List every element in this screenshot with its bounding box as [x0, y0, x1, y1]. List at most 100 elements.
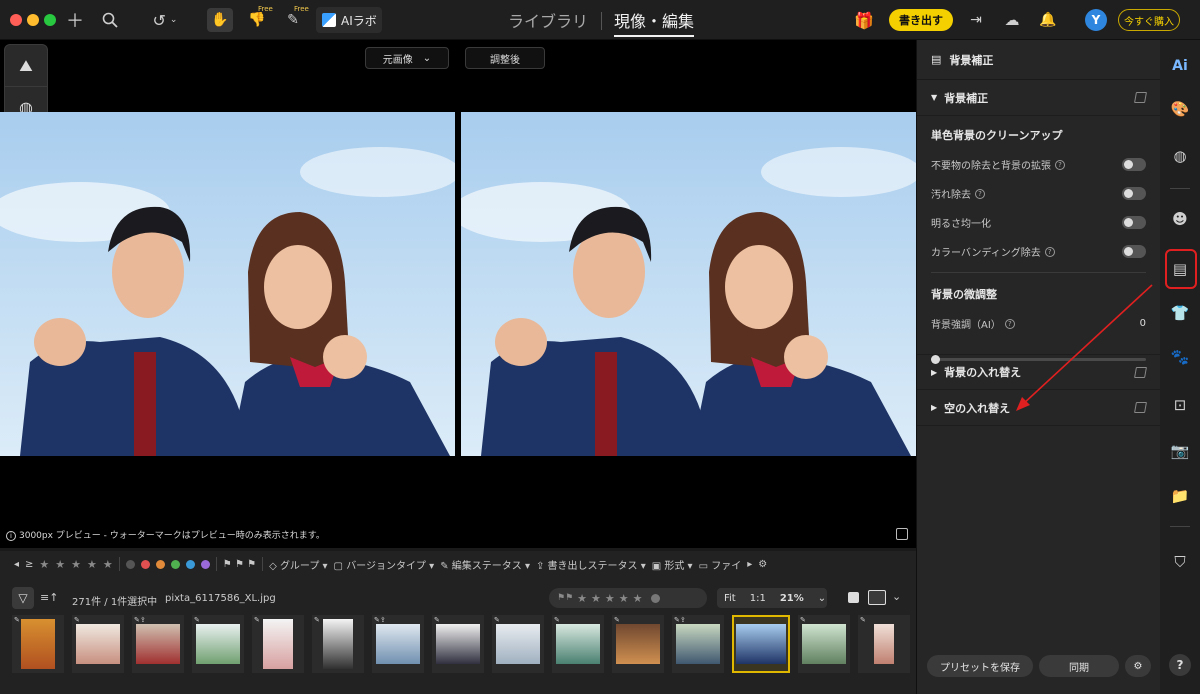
buy-now-button[interactable]: 今すぐ購入: [1118, 9, 1180, 31]
star-filter-3[interactable]: ★: [71, 558, 81, 571]
thumbnail[interactable]: ✎: [72, 615, 124, 673]
bookmark-star-icon[interactable]: ⛉: [1168, 550, 1192, 574]
thumbnail[interactable]: ✎: [192, 615, 244, 673]
rating-ge-toggle[interactable]: ≥: [25, 559, 33, 570]
color-label-filter[interactable]: [155, 559, 165, 569]
filter-version-type[interactable]: ▢ バージョンタイプ ▾: [334, 557, 435, 572]
filter-group[interactable]: ◇ グループ ▾: [269, 557, 327, 572]
adjusted-view-button[interactable]: 調整後: [465, 47, 545, 69]
filter-format[interactable]: ▣ 形式 ▾: [652, 557, 693, 572]
camera-icon[interactable]: 📷: [1168, 439, 1192, 463]
bell-icon[interactable]: 🔔: [1037, 8, 1059, 32]
section-background-correction[interactable]: ▼ 背景補正: [917, 80, 1160, 116]
palette-icon[interactable]: 🎨: [1168, 97, 1192, 121]
before-after-view-icon[interactable]: [868, 590, 886, 605]
paw-icon[interactable]: 🐾: [1168, 345, 1192, 369]
thumbnail[interactable]: ✎: [798, 615, 850, 673]
single-view-icon[interactable]: [848, 592, 859, 603]
tab-library[interactable]: ライブラリ: [508, 8, 588, 32]
toggle-banding-removal[interactable]: [1122, 245, 1146, 258]
sync-button[interactable]: 同期: [1039, 655, 1119, 677]
thumbnail[interactable]: ✎: [12, 615, 64, 673]
face-icon[interactable]: ☻: [1168, 207, 1192, 231]
background-correction-icon[interactable]: ▤: [1168, 257, 1192, 281]
star-filter-1[interactable]: ★: [39, 558, 49, 571]
shirt-icon[interactable]: 👕: [1168, 301, 1192, 325]
zoom-value[interactable]: 21%: [773, 593, 811, 604]
thumbnail[interactable]: ✎: [612, 615, 664, 673]
sort-icon[interactable]: ≡↑: [40, 591, 58, 604]
tab-develop[interactable]: 現像・編集: [614, 8, 695, 37]
close-window-button[interactable]: [10, 14, 22, 26]
undo-icon[interactable]: ↺ ⌄: [146, 8, 184, 32]
help-icon[interactable]: ?: [975, 188, 985, 199]
maximize-window-button[interactable]: [44, 14, 56, 26]
save-preset-button[interactable]: プリセットを保存: [927, 655, 1033, 677]
crop-icon[interactable]: ⊡: [1168, 393, 1192, 417]
rating-star-2[interactable]: ★: [591, 592, 601, 605]
original-view-select[interactable]: 元画像 ⌄: [365, 47, 449, 69]
folder-icon[interactable]: 📁: [1168, 484, 1192, 508]
avatar[interactable]: Y: [1085, 9, 1107, 31]
filter-edit-status[interactable]: ✎ 編集ステータス ▾: [440, 557, 530, 572]
rating-star-1[interactable]: ★: [577, 592, 587, 605]
toggle-brightness-uniform[interactable]: [1122, 216, 1146, 229]
scroll-right-icon[interactable]: ▸: [747, 559, 752, 570]
add-icon[interactable]: ＋: [64, 8, 86, 32]
color-label-filter[interactable]: [140, 559, 150, 569]
zoom-1to1-button[interactable]: 1:1: [743, 593, 773, 604]
color-label-filter[interactable]: [200, 559, 210, 569]
search-icon[interactable]: [99, 8, 121, 32]
chevron-down-icon[interactable]: ⌄: [892, 590, 901, 603]
filter-file[interactable]: ▭ ファイ: [699, 557, 742, 572]
scroll-left-icon[interactable]: ◂: [14, 559, 19, 570]
rating-star-3[interactable]: ★: [605, 592, 615, 605]
edit-badge-icon: ✎: [314, 616, 320, 624]
rating-star-5[interactable]: ★: [633, 592, 643, 605]
ai-lab-button[interactable]: AIラボ: [316, 7, 382, 33]
gift-icon[interactable]: 🎁: [852, 8, 876, 32]
cloud-icon[interactable]: ☁: [1000, 8, 1024, 32]
flag-icon[interactable]: ⚑⚑: [557, 593, 573, 603]
edit-icon[interactable]: [1134, 92, 1147, 103]
thumbnail[interactable]: ✎: [552, 615, 604, 673]
help-icon[interactable]: ?: [1055, 159, 1065, 170]
thumbnail[interactable]: ✎: [858, 615, 910, 673]
image-adjust-icon[interactable]: ⛰: [5, 45, 47, 87]
flag-filter-icon[interactable]: ⚑ ⚑ ⚑: [223, 559, 256, 570]
filter-icon[interactable]: ▽: [12, 587, 34, 609]
color-label-filter[interactable]: [185, 559, 195, 569]
help-icon[interactable]: ?: [1044, 246, 1055, 257]
toggle-remove-extend[interactable]: [1122, 158, 1146, 171]
thumbnail[interactable]: ✎: [312, 615, 364, 673]
filter-export-status[interactable]: ⇪ 書き出しステータス ▾: [536, 557, 646, 572]
thumbnail[interactable]: ✎⇪: [672, 615, 724, 673]
sync-settings-icon[interactable]: ⚙: [1125, 655, 1151, 677]
minimize-window-button[interactable]: [27, 14, 39, 26]
star-filter-2[interactable]: ★: [55, 558, 65, 571]
split-compare-icon[interactable]: [896, 528, 908, 540]
thumbnail[interactable]: ✎⇪: [132, 615, 184, 673]
texture-icon[interactable]: ◍: [1168, 144, 1192, 168]
star-filter-4[interactable]: ★: [87, 558, 97, 571]
toggle-stain-removal[interactable]: [1122, 187, 1146, 200]
rating-star-4[interactable]: ★: [619, 592, 629, 605]
zoom-fit-button[interactable]: Fit: [717, 593, 743, 604]
eraser-free-icon[interactable]: ✎ Free: [282, 5, 309, 32]
thumbnail[interactable]: ✎⇪: [372, 615, 424, 673]
help-button[interactable]: ?: [1169, 654, 1191, 676]
color-label-picker[interactable]: [650, 593, 660, 603]
color-label-filter[interactable]: [125, 559, 135, 569]
thumbnail[interactable]: ✎: [492, 615, 544, 673]
import-icon[interactable]: ⇥: [966, 8, 986, 32]
ai-icon[interactable]: Ai: [1168, 54, 1192, 78]
thumbnail[interactable]: ✎: [252, 615, 304, 673]
export-button[interactable]: 書き出す: [889, 9, 953, 31]
star-filter-5[interactable]: ★: [103, 558, 113, 571]
filter-settings-icon[interactable]: ⚙: [758, 559, 767, 570]
color-label-filter[interactable]: [170, 559, 180, 569]
thumbnail-selected[interactable]: [732, 615, 790, 673]
thumbs-down-free-icon[interactable]: 👎 Free: [246, 5, 273, 32]
hand-tool-icon[interactable]: ✋: [207, 8, 233, 32]
thumbnail[interactable]: ✎: [432, 615, 484, 673]
